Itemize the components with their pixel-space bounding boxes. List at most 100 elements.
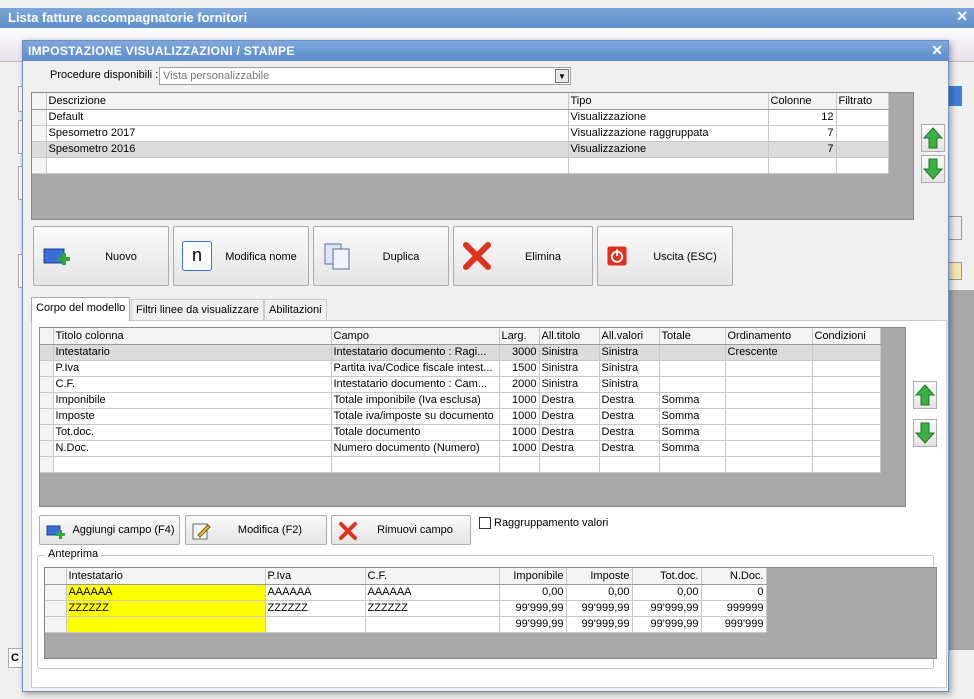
col-ordinamento[interactable]: Ordinamento [725, 328, 813, 345]
cell[interactable]: Totale documento [331, 424, 500, 441]
cell[interactable] [812, 344, 881, 361]
cell[interactable]: Imposte [53, 408, 332, 425]
table-row[interactable]: Spesometro 2017 Visualizzazione raggrupp… [32, 125, 889, 142]
cell-tipo[interactable]: Visualizzazione [568, 141, 769, 158]
cell-descrizione[interactable]: Default [46, 109, 569, 126]
uscita-button[interactable]: Uscita (ESC) [597, 226, 733, 286]
cell[interactable]: Partita iva/Codice fiscale intest... [331, 360, 500, 377]
cell[interactable] [725, 392, 813, 409]
cell[interactable]: Crescente [725, 344, 813, 361]
cell[interactable] [725, 424, 813, 441]
modifica-nome-button[interactable]: n Modifica nome [173, 226, 309, 286]
cell-tipo[interactable]: Visualizzazione raggruppata [568, 125, 769, 142]
procedure-select[interactable]: Vista personalizzabile ▼ [159, 67, 571, 85]
cell[interactable]: Intestatario documento : Ragi... [331, 344, 500, 361]
rimuovi-campo-button[interactable]: Rimuovi campo [331, 515, 471, 545]
outer-combo-button[interactable] [948, 216, 962, 240]
cell[interactable]: Imponibile [53, 392, 332, 409]
cell[interactable]: Sinistra [599, 360, 660, 377]
cell[interactable]: 1000 [499, 392, 540, 409]
cell[interactable]: 1500 [499, 360, 540, 377]
cell[interactable] [659, 344, 726, 361]
cell[interactable]: Somma [659, 424, 726, 441]
cell[interactable]: 1000 [499, 440, 540, 457]
raggruppamento-checkbox[interactable] [479, 517, 491, 529]
outer-toolbar-icon[interactable] [948, 262, 962, 280]
cell[interactable] [725, 360, 813, 377]
table-row[interactable]: Default Visualizzazione 12 [32, 109, 889, 126]
cell[interactable]: Destra [539, 392, 600, 409]
chevron-down-icon[interactable]: ▼ [555, 69, 569, 83]
table-row[interactable]: C.F. Intestatario documento : Cam... 200… [40, 376, 881, 393]
cell-tipo[interactable]: Visualizzazione [568, 109, 769, 126]
tab-corpo-modello[interactable]: Corpo del modello [31, 297, 131, 321]
empty-cell[interactable] [331, 456, 500, 473]
empty-cell[interactable] [46, 157, 569, 174]
cell-descrizione[interactable]: Spesometro 2016 [46, 141, 569, 158]
cell[interactable]: Somma [659, 408, 726, 425]
cell[interactable]: Numero documento (Numero) [331, 440, 500, 457]
cell[interactable]: Somma [659, 392, 726, 409]
cell[interactable]: Intestatario documento : Cam... [331, 376, 500, 393]
column-move-down-button[interactable] [913, 419, 937, 447]
col-descrizione[interactable]: Descrizione [46, 93, 569, 110]
cell[interactable]: Sinistra [599, 376, 660, 393]
cell[interactable] [659, 376, 726, 393]
cell-colonne[interactable]: 7 [768, 141, 837, 158]
cell[interactable] [812, 440, 881, 457]
empty-cell[interactable] [725, 456, 813, 473]
empty-cell[interactable] [53, 456, 332, 473]
cell[interactable]: 3000 [499, 344, 540, 361]
cell-descrizione[interactable]: Spesometro 2017 [46, 125, 569, 142]
tab-filtri-linee[interactable]: Filtri linee da visualizzare [131, 299, 264, 320]
tab-abilitazioni[interactable]: Abilitazioni [264, 299, 327, 320]
col-larg[interactable]: Larg. [499, 328, 540, 345]
aggiungi-campo-button[interactable]: Aggiungi campo (F4) [39, 515, 180, 545]
empty-cell[interactable] [812, 456, 881, 473]
cell-filtrato[interactable] [836, 125, 889, 142]
cell[interactable]: 1000 [499, 408, 540, 425]
cell[interactable]: Totale iva/imposte su documento [331, 408, 500, 425]
column-move-up-button[interactable] [913, 381, 937, 409]
empty-cell[interactable] [599, 456, 660, 473]
table-row[interactable]: Imposte Totale iva/imposte su documento … [40, 408, 881, 425]
cell-filtrato[interactable] [836, 109, 889, 126]
cell[interactable]: Intestatario [53, 344, 332, 361]
cell[interactable]: Sinistra [539, 376, 600, 393]
table-row-selected[interactable]: Spesometro 2016 Visualizzazione 7 [32, 141, 889, 158]
cell[interactable]: Tot.doc. [53, 424, 332, 441]
close-icon[interactable]: ✕ [931, 42, 943, 59]
col-titolo-colonna[interactable]: Titolo colonna [53, 328, 332, 345]
col-all-titolo[interactable]: All.titolo [539, 328, 600, 345]
nuovo-button[interactable]: Nuovo [33, 226, 169, 286]
cell[interactable]: Destra [599, 440, 660, 457]
empty-cell[interactable] [539, 456, 600, 473]
modifica-campo-button[interactable]: Modifica (F2) [185, 515, 327, 545]
cell[interactable]: Destra [539, 440, 600, 457]
cell[interactable]: Destra [539, 424, 600, 441]
cell[interactable]: Destra [599, 424, 660, 441]
cell[interactable]: Destra [539, 408, 600, 425]
cell[interactable]: Destra [599, 408, 660, 425]
cell[interactable]: C.F. [53, 376, 332, 393]
cell[interactable] [812, 424, 881, 441]
table-row[interactable]: Tot.doc. Totale documento 1000 Destra De… [40, 424, 881, 441]
cell[interactable]: Destra [599, 392, 660, 409]
cell[interactable] [725, 440, 813, 457]
move-up-button[interactable] [921, 124, 945, 152]
cell[interactable]: N.Doc. [53, 440, 332, 457]
col-filtrato[interactable]: Filtrato [836, 93, 889, 110]
outer-close-icon[interactable]: ✕ [956, 8, 968, 25]
cell[interactable]: 1000 [499, 424, 540, 441]
cell[interactable]: 2000 [499, 376, 540, 393]
table-row[interactable]: P.Iva Partita iva/Codice fiscale intest.… [40, 360, 881, 377]
cell[interactable] [812, 392, 881, 409]
empty-cell[interactable] [568, 157, 769, 174]
cell[interactable]: Sinistra [539, 344, 600, 361]
cell-filtrato[interactable] [836, 141, 889, 158]
cell[interactable] [812, 376, 881, 393]
empty-cell[interactable] [836, 157, 889, 174]
cell[interactable] [659, 360, 726, 377]
cell[interactable] [812, 360, 881, 377]
empty-cell[interactable] [499, 456, 540, 473]
